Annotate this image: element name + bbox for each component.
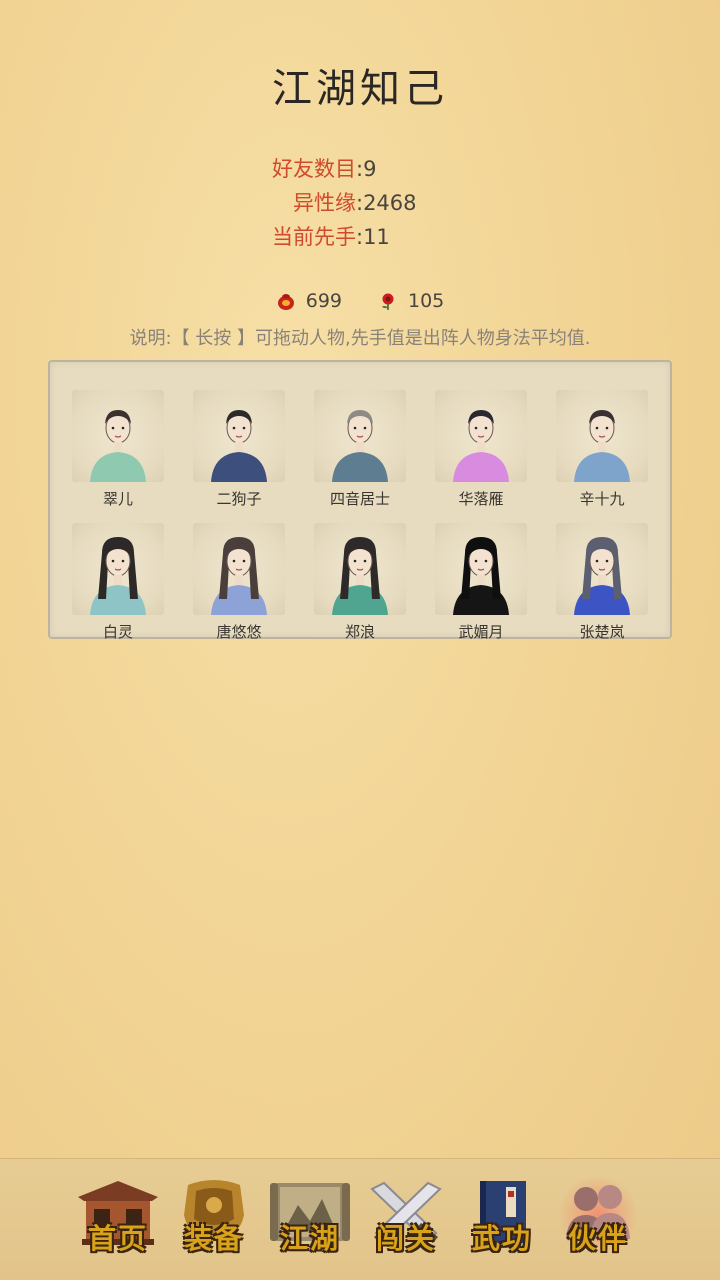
partner-card[interactable]: 郑浪 (312, 523, 408, 642)
partner-card[interactable]: 翠儿 (70, 390, 166, 509)
stat-label: 异性缘 (293, 191, 356, 215)
nav-label: 武功 (471, 1222, 532, 1255)
partner-card[interactable]: 唐悠悠 (191, 523, 287, 642)
nav-label: 闯关 (375, 1222, 436, 1255)
stat-initiative: 当前先手 :11 (0, 220, 720, 254)
partner-portrait (435, 523, 527, 615)
bottom-nav: 首页 装备 江湖 闯关 武功 伙伴 (0, 1158, 720, 1280)
resource-value: 105 (408, 290, 445, 312)
resource-pouch: 699 (276, 290, 342, 312)
nav-label: 江湖 (279, 1222, 340, 1255)
partner-portrait (72, 523, 164, 615)
nav-challenge[interactable]: 闯关 (362, 1175, 450, 1263)
partner-portrait (556, 523, 648, 615)
nav-martial-arts[interactable]: 武功 (458, 1175, 546, 1263)
partner-name: 白灵 (102, 623, 133, 641)
stats-panel: 好友数目 :9 异性缘 :2468 当前先手 :11 (0, 152, 720, 254)
stat-value: :9 (356, 157, 377, 181)
partner-card[interactable]: 白灵 (70, 523, 166, 642)
partner-name: 华落雁 (458, 490, 504, 508)
partner-card[interactable]: 四音居士 (312, 390, 408, 509)
nav-jianghu[interactable]: 江湖 (266, 1175, 354, 1263)
partner-grid: 翠儿 二狗子 四音居士 华落雁 辛十九白灵 唐悠悠 郑浪 武媚月 张楚岚 (70, 390, 652, 642)
nav-equipment[interactable]: 装备 (170, 1175, 258, 1263)
red-rose-icon (378, 291, 398, 311)
nav-label: 装备 (183, 1222, 244, 1255)
resource-rose: 105 (378, 290, 444, 312)
partner-portrait (193, 523, 285, 615)
stat-charm: 异性缘 :2468 (0, 186, 720, 220)
stat-value: :2468 (356, 191, 417, 215)
partner-card[interactable]: 二狗子 (191, 390, 287, 509)
partner-portrait (556, 390, 648, 482)
partner-name: 武媚月 (458, 623, 504, 641)
nav-partners[interactable]: 伙伴 (554, 1175, 642, 1263)
nav-label: 首页 (87, 1222, 148, 1255)
partner-card[interactable]: 华落雁 (433, 390, 529, 509)
partner-name: 张楚岚 (579, 623, 625, 641)
partner-portrait (435, 390, 527, 482)
partner-name: 二狗子 (216, 490, 262, 508)
partner-name: 翠儿 (102, 490, 133, 508)
stat-label: 当前先手 (272, 225, 356, 249)
partner-portrait (193, 390, 285, 482)
nav-label: 伙伴 (567, 1222, 628, 1255)
resource-value: 699 (305, 290, 342, 312)
partner-name: 唐悠悠 (216, 623, 262, 641)
partner-card[interactable]: 武媚月 (433, 523, 529, 642)
partner-panel: 翠儿 二狗子 四音居士 华落雁 辛十九白灵 唐悠悠 郑浪 武媚月 张楚岚 (48, 360, 672, 642)
red-pouch-icon (276, 291, 296, 311)
partner-portrait (314, 390, 406, 482)
resources-bar: 699 105 (0, 290, 720, 312)
stat-friend-count: 好友数目 :9 (0, 152, 720, 186)
partner-name: 郑浪 (344, 623, 375, 641)
partner-portrait (72, 390, 164, 482)
partner-card[interactable]: 辛十九 (554, 390, 650, 509)
partner-card[interactable]: 张楚岚 (554, 523, 650, 642)
instruction-note: 说明:【 长按 】可拖动人物,先手值是出阵人物身法平均值. (129, 328, 591, 349)
partner-name: 四音居士 (329, 490, 390, 508)
page-title: 江湖知己 (272, 66, 448, 112)
stat-value: :11 (356, 225, 390, 249)
stat-label: 好友数目 (272, 157, 356, 181)
nav-home[interactable]: 首页 (74, 1175, 162, 1263)
partner-name: 辛十九 (579, 490, 625, 508)
partner-portrait (314, 523, 406, 615)
